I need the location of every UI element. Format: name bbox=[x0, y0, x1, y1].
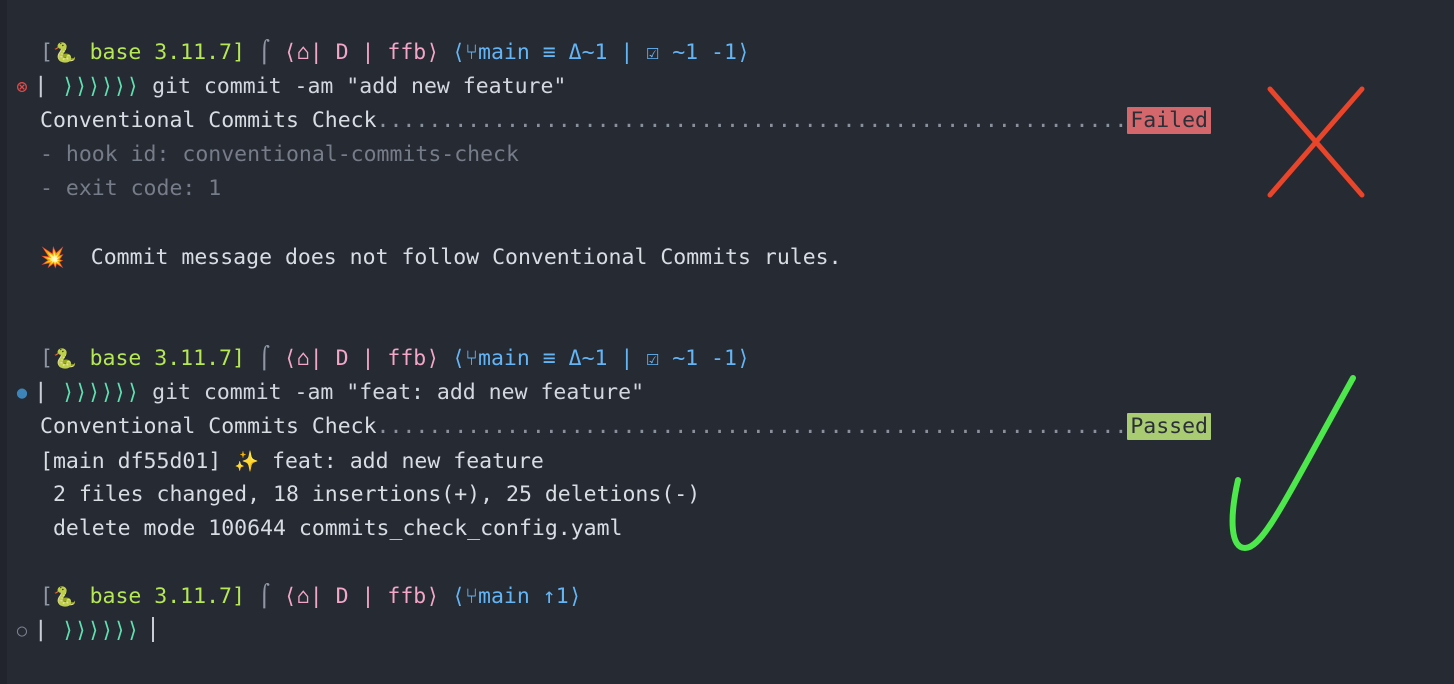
python-icon-2: 🐍 bbox=[52, 348, 77, 370]
branch-name-2: main bbox=[478, 346, 530, 371]
error-message-text: Commit message does not follow Conventio… bbox=[90, 245, 842, 270]
command-line-2[interactable]: ● ⎸⟩⟩⟩⟩⟩⟩ git commit -am "feat: add new f… bbox=[0, 376, 1454, 410]
branch-icon-3: ⑂ bbox=[465, 584, 479, 609]
path-open-3: ⟨ bbox=[283, 584, 297, 609]
home-icon: ⌂ bbox=[296, 40, 310, 65]
status-marker-success: ● bbox=[16, 383, 28, 403]
command-text-1: git commit -am "add new feature" bbox=[152, 74, 567, 99]
prompt-chevrons-2: ⟩⟩⟩⟩⟩⟩ bbox=[61, 380, 140, 405]
prompt-separator-2: ⌠ bbox=[257, 346, 271, 371]
status-marker-idle: ○ bbox=[16, 621, 28, 641]
path-dir: ffb bbox=[387, 40, 427, 65]
path-pipe-1-3: | bbox=[309, 584, 323, 609]
commit-stat-text: 2 files changed, 18 insertions(+), 25 de… bbox=[52, 482, 701, 507]
path-dir-2: ffb bbox=[387, 346, 427, 371]
hook-label-1: Conventional Commits Check bbox=[40, 108, 377, 133]
path-close-3: ⟩ bbox=[426, 584, 440, 609]
git-status-3: ↑1 bbox=[542, 584, 569, 609]
hook-dots-1: ........................................… bbox=[376, 108, 1128, 133]
python-icon-3: 🐍 bbox=[52, 586, 77, 608]
collision-icon: 💥 bbox=[40, 245, 65, 269]
command-line-1[interactable]: ⊗ ⎸⟩⟩⟩⟩⟩⟩ git commit -am "add new feature… bbox=[0, 70, 1454, 104]
commit-stat-line: 2 files changed, 18 insertions(+), 25 de… bbox=[0, 478, 1454, 512]
hook-detail-line-1a: - hook id: conventional-commits-check bbox=[0, 138, 1454, 172]
path-close: ⟩ bbox=[426, 40, 440, 65]
branch-icon: ⑂ bbox=[465, 40, 479, 65]
git-close-1: ⟩ bbox=[736, 40, 750, 65]
sparkles-icon: ✨ bbox=[234, 449, 260, 473]
path-dir-3: ffb bbox=[387, 584, 427, 609]
git-open-2: ⟨ bbox=[452, 346, 466, 371]
hook-detail-line-1b: - exit code: 1 bbox=[0, 172, 1454, 206]
path-pipe-1: | bbox=[309, 40, 323, 65]
prompt-chevrons-1: ⟩⟩⟩⟩⟩⟩ bbox=[61, 74, 140, 99]
prompt-close-bracket-3: ] bbox=[231, 584, 245, 609]
error-message-line: 💥 Commit message does not follow Convent… bbox=[0, 240, 1454, 274]
path-open: ⟨ bbox=[283, 40, 297, 65]
hook-result-line-1: Conventional Commits Check..............… bbox=[0, 104, 1454, 138]
path-pipe-2: | bbox=[361, 40, 375, 65]
path-close-2: ⟩ bbox=[426, 346, 440, 371]
prompt-line-2: [🐍 base 3.11.7] ⌠ ⟨⌂| D | ffb⟩ ⟨⑂main ≡ … bbox=[0, 342, 1454, 376]
path-drive-3: D bbox=[335, 584, 349, 609]
path-drive: D bbox=[335, 40, 349, 65]
command-line-3[interactable]: ○ ⎸⟩⟩⟩⟩⟩⟩ bbox=[0, 614, 1454, 648]
home-icon-2: ⌂ bbox=[296, 346, 310, 371]
env-label-3: base 3.11.7 bbox=[89, 584, 232, 609]
prompt-separator: ⌠ bbox=[257, 40, 271, 65]
hook-dots-2: ........................................… bbox=[376, 414, 1128, 439]
git-close-3: ⟩ bbox=[568, 584, 582, 609]
prompt-separator-3: ⌠ bbox=[257, 584, 271, 609]
prompt-open-bracket-2: [ bbox=[40, 346, 53, 371]
terminal-window[interactable]: [🐍 base 3.11.7] ⌠ ⟨⌂| D | ffb⟩ ⟨⑂main ≡ … bbox=[0, 0, 1454, 684]
hook-result-line-2: Conventional Commits Check..............… bbox=[0, 410, 1454, 444]
prompt-open-bracket: [ bbox=[40, 40, 53, 65]
exit-code-text: - exit code: 1 bbox=[40, 176, 222, 201]
status-badge-passed: Passed bbox=[1127, 413, 1211, 440]
status-marker-error: ⊗ bbox=[16, 76, 28, 98]
terminal-output: [🐍 base 3.11.7] ⌠ ⟨⌂| D | ffb⟩ ⟨⑂main ≡ … bbox=[0, 0, 1454, 648]
branch-name: main bbox=[478, 40, 530, 65]
prompt-line-3: [🐍 base 3.11.7] ⌠ ⟨⌂| D | ffb⟩ ⟨⑂main ↑1… bbox=[0, 580, 1454, 614]
env-label-2: base 3.11.7 bbox=[89, 346, 232, 371]
text-cursor bbox=[152, 617, 155, 642]
chevron-lead-3: ⎸ bbox=[40, 618, 62, 643]
status-badge-failed: Failed bbox=[1127, 107, 1211, 134]
path-pipe-2-2: | bbox=[361, 346, 375, 371]
chevron-lead-1: ⎸ bbox=[40, 74, 62, 99]
commit-mode-text: delete mode 100644 commits_check_config.… bbox=[52, 516, 623, 541]
path-drive-2: D bbox=[335, 346, 349, 371]
python-icon: 🐍 bbox=[52, 42, 77, 64]
commit-subject: feat: add new feature bbox=[272, 449, 544, 474]
commit-summary-line: [main df55d01] ✨ feat: add new feature bbox=[0, 444, 1454, 478]
hook-id-text: - hook id: conventional-commits-check bbox=[40, 142, 519, 167]
git-status-1: ≡ Δ~1 | ☑ ~1 -1 bbox=[542, 40, 737, 65]
git-status-2: ≡ Δ~1 | ☑ ~1 -1 bbox=[542, 346, 737, 371]
git-open-3: ⟨ bbox=[452, 584, 466, 609]
path-pipe-2-3: | bbox=[361, 584, 375, 609]
home-icon-3: ⌂ bbox=[296, 584, 310, 609]
chevron-lead-2: ⎸ bbox=[40, 380, 62, 405]
git-open: ⟨ bbox=[452, 40, 466, 65]
prompt-open-bracket-3: [ bbox=[40, 584, 53, 609]
git-close-2: ⟩ bbox=[736, 346, 750, 371]
branch-icon-2: ⑂ bbox=[465, 346, 479, 371]
env-label: base 3.11.7 bbox=[89, 40, 232, 65]
command-text-2: git commit -am "feat: add new feature" bbox=[152, 380, 645, 405]
path-pipe-1-2: | bbox=[309, 346, 323, 371]
prompt-close-bracket-2: ] bbox=[231, 346, 245, 371]
commit-ref: [main df55d01] bbox=[40, 449, 222, 474]
branch-name-3: main bbox=[478, 584, 530, 609]
commit-mode-line: delete mode 100644 commits_check_config.… bbox=[0, 512, 1454, 546]
hook-label-2: Conventional Commits Check bbox=[40, 414, 377, 439]
prompt-line-1: [🐍 base 3.11.7] ⌠ ⟨⌂| D | ffb⟩ ⟨⑂main ≡ … bbox=[0, 36, 1454, 70]
prompt-close-bracket: ] bbox=[231, 40, 245, 65]
path-open-2: ⟨ bbox=[283, 346, 297, 371]
prompt-chevrons-3: ⟩⟩⟩⟩⟩⟩ bbox=[61, 618, 140, 643]
